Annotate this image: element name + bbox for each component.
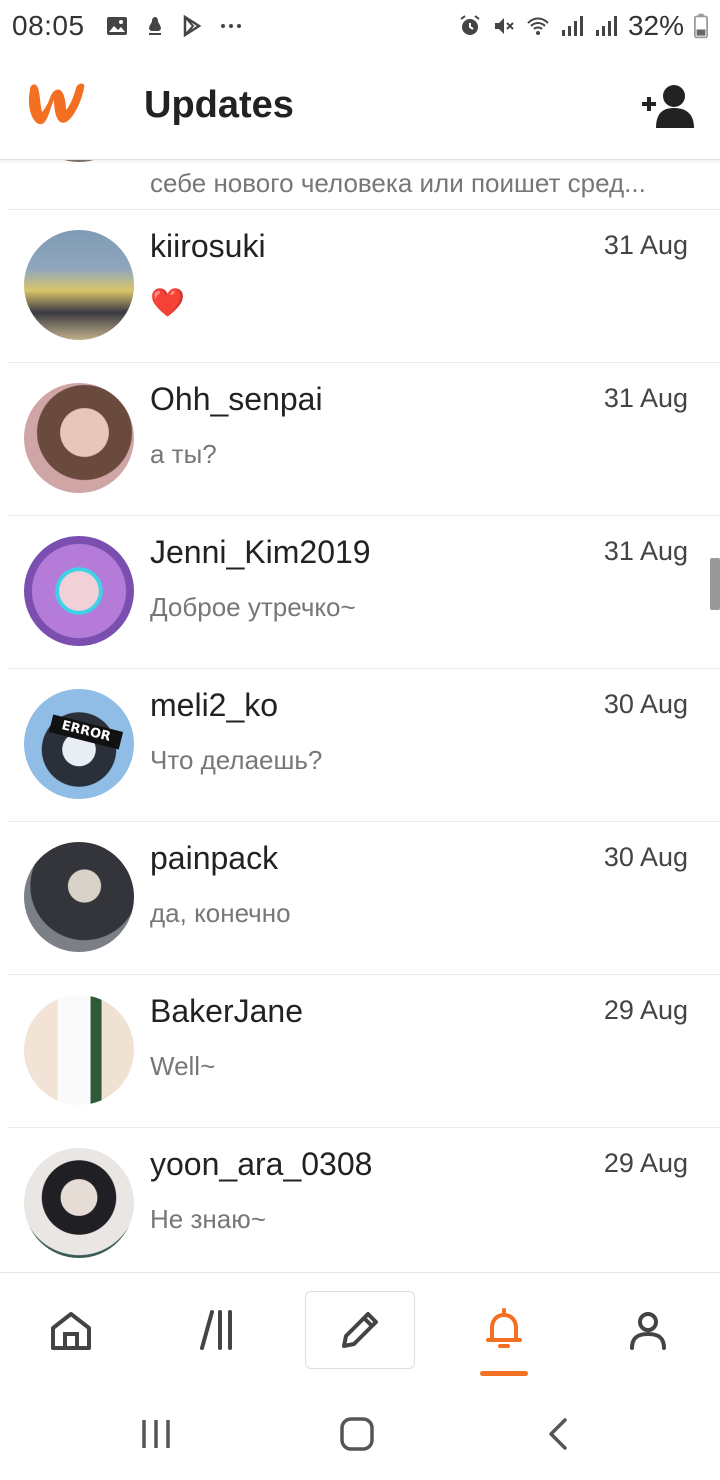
status-time: 08:05 xyxy=(12,10,85,41)
nav-notifications[interactable] xyxy=(449,1291,559,1369)
signal-icon xyxy=(561,16,583,36)
profile-icon xyxy=(630,1312,666,1350)
signal-icon xyxy=(595,16,617,36)
home-icon xyxy=(51,1312,91,1350)
username: Ohh_senpai xyxy=(150,381,323,417)
username: Jenni_Kim2019 xyxy=(150,534,371,570)
message-date: 30 Aug xyxy=(603,689,688,719)
nav-home[interactable] xyxy=(16,1291,126,1369)
write-icon xyxy=(342,1312,378,1348)
username: kiirosuki xyxy=(150,228,266,264)
avatar-badge: ERROR xyxy=(48,714,124,750)
message-date: 31 Aug xyxy=(603,383,688,413)
library-icon xyxy=(200,1310,232,1350)
page-title: Updates xyxy=(144,84,294,126)
wattpad-logo[interactable] xyxy=(24,80,88,132)
message-date: 31 Aug xyxy=(603,230,688,260)
app-header: Updates xyxy=(0,52,720,160)
username: meli2_ko xyxy=(150,687,279,723)
message-date: 29 Aug xyxy=(603,1148,688,1178)
message-preview: Не знаю~ xyxy=(150,1204,266,1234)
home-button[interactable] xyxy=(327,1412,387,1456)
home-button-icon xyxy=(340,1417,374,1451)
status-bar: 08:05 32% xyxy=(0,0,720,52)
username: yoon_ara_0308 xyxy=(150,1146,373,1182)
list-item[interactable]: BakerJane 29 Aug Well~ xyxy=(8,975,720,1128)
wifi-icon xyxy=(527,17,549,35)
recents-icon xyxy=(142,1420,170,1448)
battery-icon xyxy=(694,13,708,39)
scrollbar-thumb[interactable] xyxy=(710,558,720,610)
avatar xyxy=(24,536,134,646)
message-date: 31 Aug xyxy=(603,536,688,566)
nav-profile[interactable] xyxy=(593,1291,703,1369)
play-store-icon xyxy=(183,14,201,38)
list-item[interactable]: painpack 30 Aug да, конечно xyxy=(8,822,720,975)
message-preview: ❤️ xyxy=(150,287,185,318)
more-dots-icon xyxy=(220,24,241,28)
nav-library[interactable] xyxy=(163,1291,273,1369)
message-preview: Доброе утречко~ xyxy=(150,592,356,622)
avatar xyxy=(24,160,134,162)
avatar xyxy=(24,842,134,952)
username: painpack xyxy=(150,840,279,876)
system-navigation xyxy=(0,1388,720,1480)
notification-icon xyxy=(148,17,161,35)
list-item[interactable]: ERROR meli2_ko 30 Aug Что делаешь? xyxy=(8,669,720,822)
list-item[interactable]: Jenni_Kim2019 31 Aug Доброе утречко~ xyxy=(8,516,720,669)
avatar xyxy=(24,995,134,1105)
message-preview: да, конечно xyxy=(150,898,291,928)
message-date: 29 Aug xyxy=(603,995,688,1025)
battery-percentage: 32% xyxy=(627,10,684,41)
username: BakerJane xyxy=(150,993,303,1029)
active-tab-indicator xyxy=(480,1371,528,1376)
notifications-icon xyxy=(486,1308,522,1348)
alarm-icon xyxy=(460,15,480,35)
message-list[interactable]: себе нового человека или поишет сред... … xyxy=(0,160,720,1272)
avatar: ERROR xyxy=(24,689,134,799)
add-friend-icon[interactable] xyxy=(640,82,696,130)
message-preview: себе нового человека или поишет сред... xyxy=(150,168,646,198)
gallery-icon xyxy=(106,17,127,35)
mute-icon xyxy=(494,18,514,34)
list-item[interactable]: Ohh_senpai 31 Aug а ты? xyxy=(8,363,720,516)
message-date: 30 Aug xyxy=(603,842,688,872)
avatar xyxy=(24,383,134,493)
message-preview: а ты? xyxy=(150,439,217,469)
bottom-navigation xyxy=(0,1272,720,1388)
nav-write[interactable] xyxy=(305,1291,415,1369)
message-preview: Well~ xyxy=(150,1051,216,1081)
message-preview: Что делаешь? xyxy=(150,745,323,775)
list-item[interactable]: себе нового человека или поишет сред... xyxy=(8,160,720,210)
list-item[interactable]: yoon_ara_0308 29 Aug Не знаю~ xyxy=(8,1128,720,1272)
avatar xyxy=(24,1148,134,1258)
back-button[interactable] xyxy=(528,1412,588,1456)
list-item[interactable]: kiirosuki 31 Aug ❤️ xyxy=(8,210,720,363)
recents-button[interactable] xyxy=(126,1412,186,1456)
back-icon xyxy=(549,1418,567,1450)
avatar xyxy=(24,230,134,340)
